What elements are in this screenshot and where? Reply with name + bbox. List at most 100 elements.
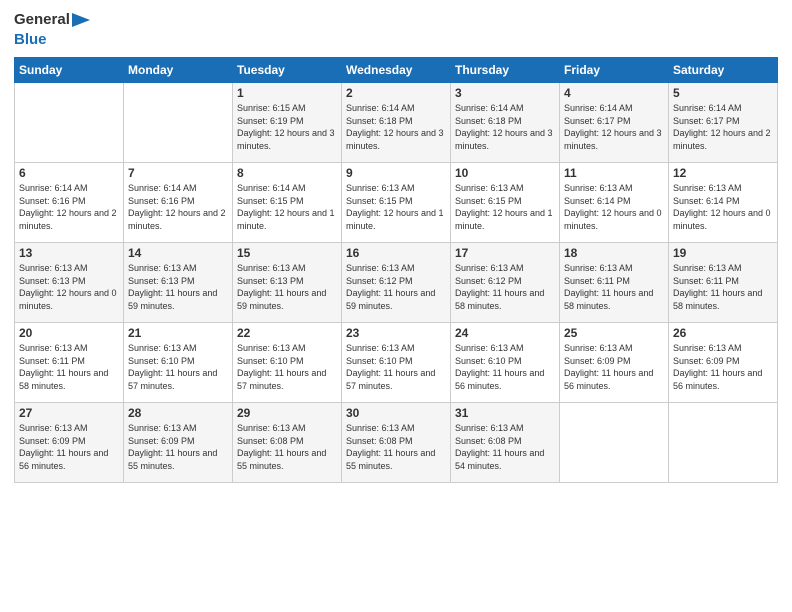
day-number: 3 [455, 86, 555, 100]
weekday-header-wednesday: Wednesday [342, 58, 451, 83]
day-info: Sunrise: 6:13 AM Sunset: 6:08 PM Dayligh… [237, 422, 337, 472]
day-number: 15 [237, 246, 337, 260]
day-number: 30 [346, 406, 446, 420]
day-info: Sunrise: 6:13 AM Sunset: 6:13 PM Dayligh… [19, 262, 119, 312]
calendar-cell: 28Sunrise: 6:13 AM Sunset: 6:09 PM Dayli… [124, 403, 233, 483]
calendar-cell: 2Sunrise: 6:14 AM Sunset: 6:18 PM Daylig… [342, 83, 451, 163]
day-number: 8 [237, 166, 337, 180]
day-number: 11 [564, 166, 664, 180]
weekday-header-sunday: Sunday [15, 58, 124, 83]
calendar-cell: 13 Sunrise: 6:13 AM Sunset: 6:13 PM Dayli… [15, 243, 124, 323]
calendar-cell: 14Sunrise: 6:13 AM Sunset: 6:13 PM Dayli… [124, 243, 233, 323]
day-number: 19 [673, 246, 773, 260]
calendar-cell: 23 Sunrise: 6:13 AM Sunset: 6:10 PM Dayli… [342, 323, 451, 403]
day-info: Sunrise: 6:13 AM Sunset: 6:13 PM Dayligh… [128, 262, 228, 312]
calendar-cell: 7 Sunrise: 6:14 AM Sunset: 6:16 PM Daylig… [124, 163, 233, 243]
day-info: Sunrise: 6:13 AM Sunset: 6:10 PM Dayligh… [237, 342, 337, 392]
calendar-cell [669, 403, 778, 483]
calendar-cell: 30 Sunrise: 6:13 AM Sunset: 6:08 PM Dayli… [342, 403, 451, 483]
calendar-cell: 1Sunrise: 6:15 AM Sunset: 6:19 PM Daylig… [233, 83, 342, 163]
calendar-cell: 9 Sunrise: 6:13 AM Sunset: 6:15 PM Daylig… [342, 163, 451, 243]
calendar-cell: 27 Sunrise: 6:13 AM Sunset: 6:09 PM Dayli… [15, 403, 124, 483]
day-number: 12 [673, 166, 773, 180]
day-info: Sunrise: 6:13 AM Sunset: 6:14 PM Dayligh… [673, 182, 773, 232]
calendar-cell: 15 Sunrise: 6:13 AM Sunset: 6:13 PM Dayli… [233, 243, 342, 323]
day-info: Sunrise: 6:13 AM Sunset: 6:11 PM Dayligh… [673, 262, 773, 312]
day-number: 5 [673, 86, 773, 100]
calendar-cell [124, 83, 233, 163]
day-info: Sunrise: 6:14 AM Sunset: 6:16 PM Dayligh… [128, 182, 228, 232]
calendar-cell: 25 Sunrise: 6:13 AM Sunset: 6:09 PM Dayli… [560, 323, 669, 403]
logo-general: General [14, 10, 70, 30]
logo-blue: Blue [14, 30, 90, 50]
weekday-header-friday: Friday [560, 58, 669, 83]
weekday-header-monday: Monday [124, 58, 233, 83]
logo-arrow-icon [72, 13, 90, 27]
day-number: 20 [19, 326, 119, 340]
calendar-cell: 22 Sunrise: 6:13 AM Sunset: 6:10 PM Dayli… [233, 323, 342, 403]
day-info: Sunrise: 6:13 AM Sunset: 6:10 PM Dayligh… [455, 342, 555, 392]
day-info: Sunrise: 6:13 AM Sunset: 6:09 PM Dayligh… [564, 342, 664, 392]
weekday-header-saturday: Saturday [669, 58, 778, 83]
day-number: 17 [455, 246, 555, 260]
calendar-table: SundayMondayTuesdayWednesdayThursdayFrid… [14, 57, 778, 483]
day-info: Sunrise: 6:14 AM Sunset: 6:17 PM Dayligh… [673, 102, 773, 152]
day-info: Sunrise: 6:14 AM Sunset: 6:17 PM Dayligh… [564, 102, 664, 152]
day-number: 16 [346, 246, 446, 260]
day-number: 9 [346, 166, 446, 180]
day-number: 29 [237, 406, 337, 420]
day-number: 13 [19, 246, 119, 260]
calendar-cell: 6Sunrise: 6:14 AM Sunset: 6:16 PM Daylig… [15, 163, 124, 243]
day-number: 25 [564, 326, 664, 340]
day-number: 18 [564, 246, 664, 260]
calendar-cell: 18 Sunrise: 6:13 AM Sunset: 6:11 PM Dayli… [560, 243, 669, 323]
calendar-cell: 20 Sunrise: 6:13 AM Sunset: 6:11 PM Dayli… [15, 323, 124, 403]
day-number: 2 [346, 86, 446, 100]
day-number: 10 [455, 166, 555, 180]
calendar-cell: 11 Sunrise: 6:13 AM Sunset: 6:14 PM Dayli… [560, 163, 669, 243]
calendar-cell: 19 Sunrise: 6:13 AM Sunset: 6:11 PM Dayli… [669, 243, 778, 323]
day-info: Sunrise: 6:13 AM Sunset: 6:11 PM Dayligh… [19, 342, 119, 392]
day-info: Sunrise: 6:13 AM Sunset: 6:15 PM Dayligh… [346, 182, 446, 232]
day-info: Sunrise: 6:13 AM Sunset: 6:08 PM Dayligh… [346, 422, 446, 472]
day-number: 31 [455, 406, 555, 420]
day-info: Sunrise: 6:14 AM Sunset: 6:16 PM Dayligh… [19, 182, 119, 232]
calendar-cell: 17 Sunrise: 6:13 AM Sunset: 6:12 PM Dayli… [451, 243, 560, 323]
day-number: 1 [237, 86, 337, 100]
day-info: Sunrise: 6:13 AM Sunset: 6:10 PM Dayligh… [128, 342, 228, 392]
day-info: Sunrise: 6:13 AM Sunset: 6:08 PM Dayligh… [455, 422, 555, 472]
calendar-cell: 10Sunrise: 6:13 AM Sunset: 6:15 PM Dayli… [451, 163, 560, 243]
day-number: 28 [128, 406, 228, 420]
day-number: 22 [237, 326, 337, 340]
day-number: 4 [564, 86, 664, 100]
calendar-cell [560, 403, 669, 483]
page-header: General Blue [14, 10, 778, 49]
day-info: Sunrise: 6:13 AM Sunset: 6:09 PM Dayligh… [19, 422, 119, 472]
calendar-cell: 5 Sunrise: 6:14 AM Sunset: 6:17 PM Daylig… [669, 83, 778, 163]
logo: General Blue [14, 10, 90, 49]
day-info: Sunrise: 6:13 AM Sunset: 6:10 PM Dayligh… [346, 342, 446, 392]
day-number: 7 [128, 166, 228, 180]
day-number: 23 [346, 326, 446, 340]
calendar-cell: 8 Sunrise: 6:14 AM Sunset: 6:15 PM Daylig… [233, 163, 342, 243]
day-number: 24 [455, 326, 555, 340]
calendar-cell: 3Sunrise: 6:14 AM Sunset: 6:18 PM Daylig… [451, 83, 560, 163]
day-info: Sunrise: 6:13 AM Sunset: 6:12 PM Dayligh… [346, 262, 446, 312]
weekday-header-tuesday: Tuesday [233, 58, 342, 83]
calendar-cell [15, 83, 124, 163]
calendar-cell: 24 Sunrise: 6:13 AM Sunset: 6:10 PM Dayli… [451, 323, 560, 403]
calendar-cell: 21 Sunrise: 6:13 AM Sunset: 6:10 PM Dayli… [124, 323, 233, 403]
weekday-header-thursday: Thursday [451, 58, 560, 83]
day-number: 27 [19, 406, 119, 420]
calendar-cell: 16 Sunrise: 6:13 AM Sunset: 6:12 PM Dayli… [342, 243, 451, 323]
calendar-cell: 12 Sunrise: 6:13 AM Sunset: 6:14 PM Dayli… [669, 163, 778, 243]
day-info: Sunrise: 6:14 AM Sunset: 6:15 PM Dayligh… [237, 182, 337, 232]
day-info: Sunrise: 6:13 AM Sunset: 6:11 PM Dayligh… [564, 262, 664, 312]
calendar-cell: 26Sunrise: 6:13 AM Sunset: 6:09 PM Dayli… [669, 323, 778, 403]
day-info: Sunrise: 6:13 AM Sunset: 6:09 PM Dayligh… [673, 342, 773, 392]
calendar-cell: 31 Sunrise: 6:13 AM Sunset: 6:08 PM Dayli… [451, 403, 560, 483]
day-number: 21 [128, 326, 228, 340]
day-info: Sunrise: 6:13 AM Sunset: 6:13 PM Dayligh… [237, 262, 337, 312]
day-info: Sunrise: 6:13 AM Sunset: 6:14 PM Dayligh… [564, 182, 664, 232]
day-info: Sunrise: 6:13 AM Sunset: 6:12 PM Dayligh… [455, 262, 555, 312]
